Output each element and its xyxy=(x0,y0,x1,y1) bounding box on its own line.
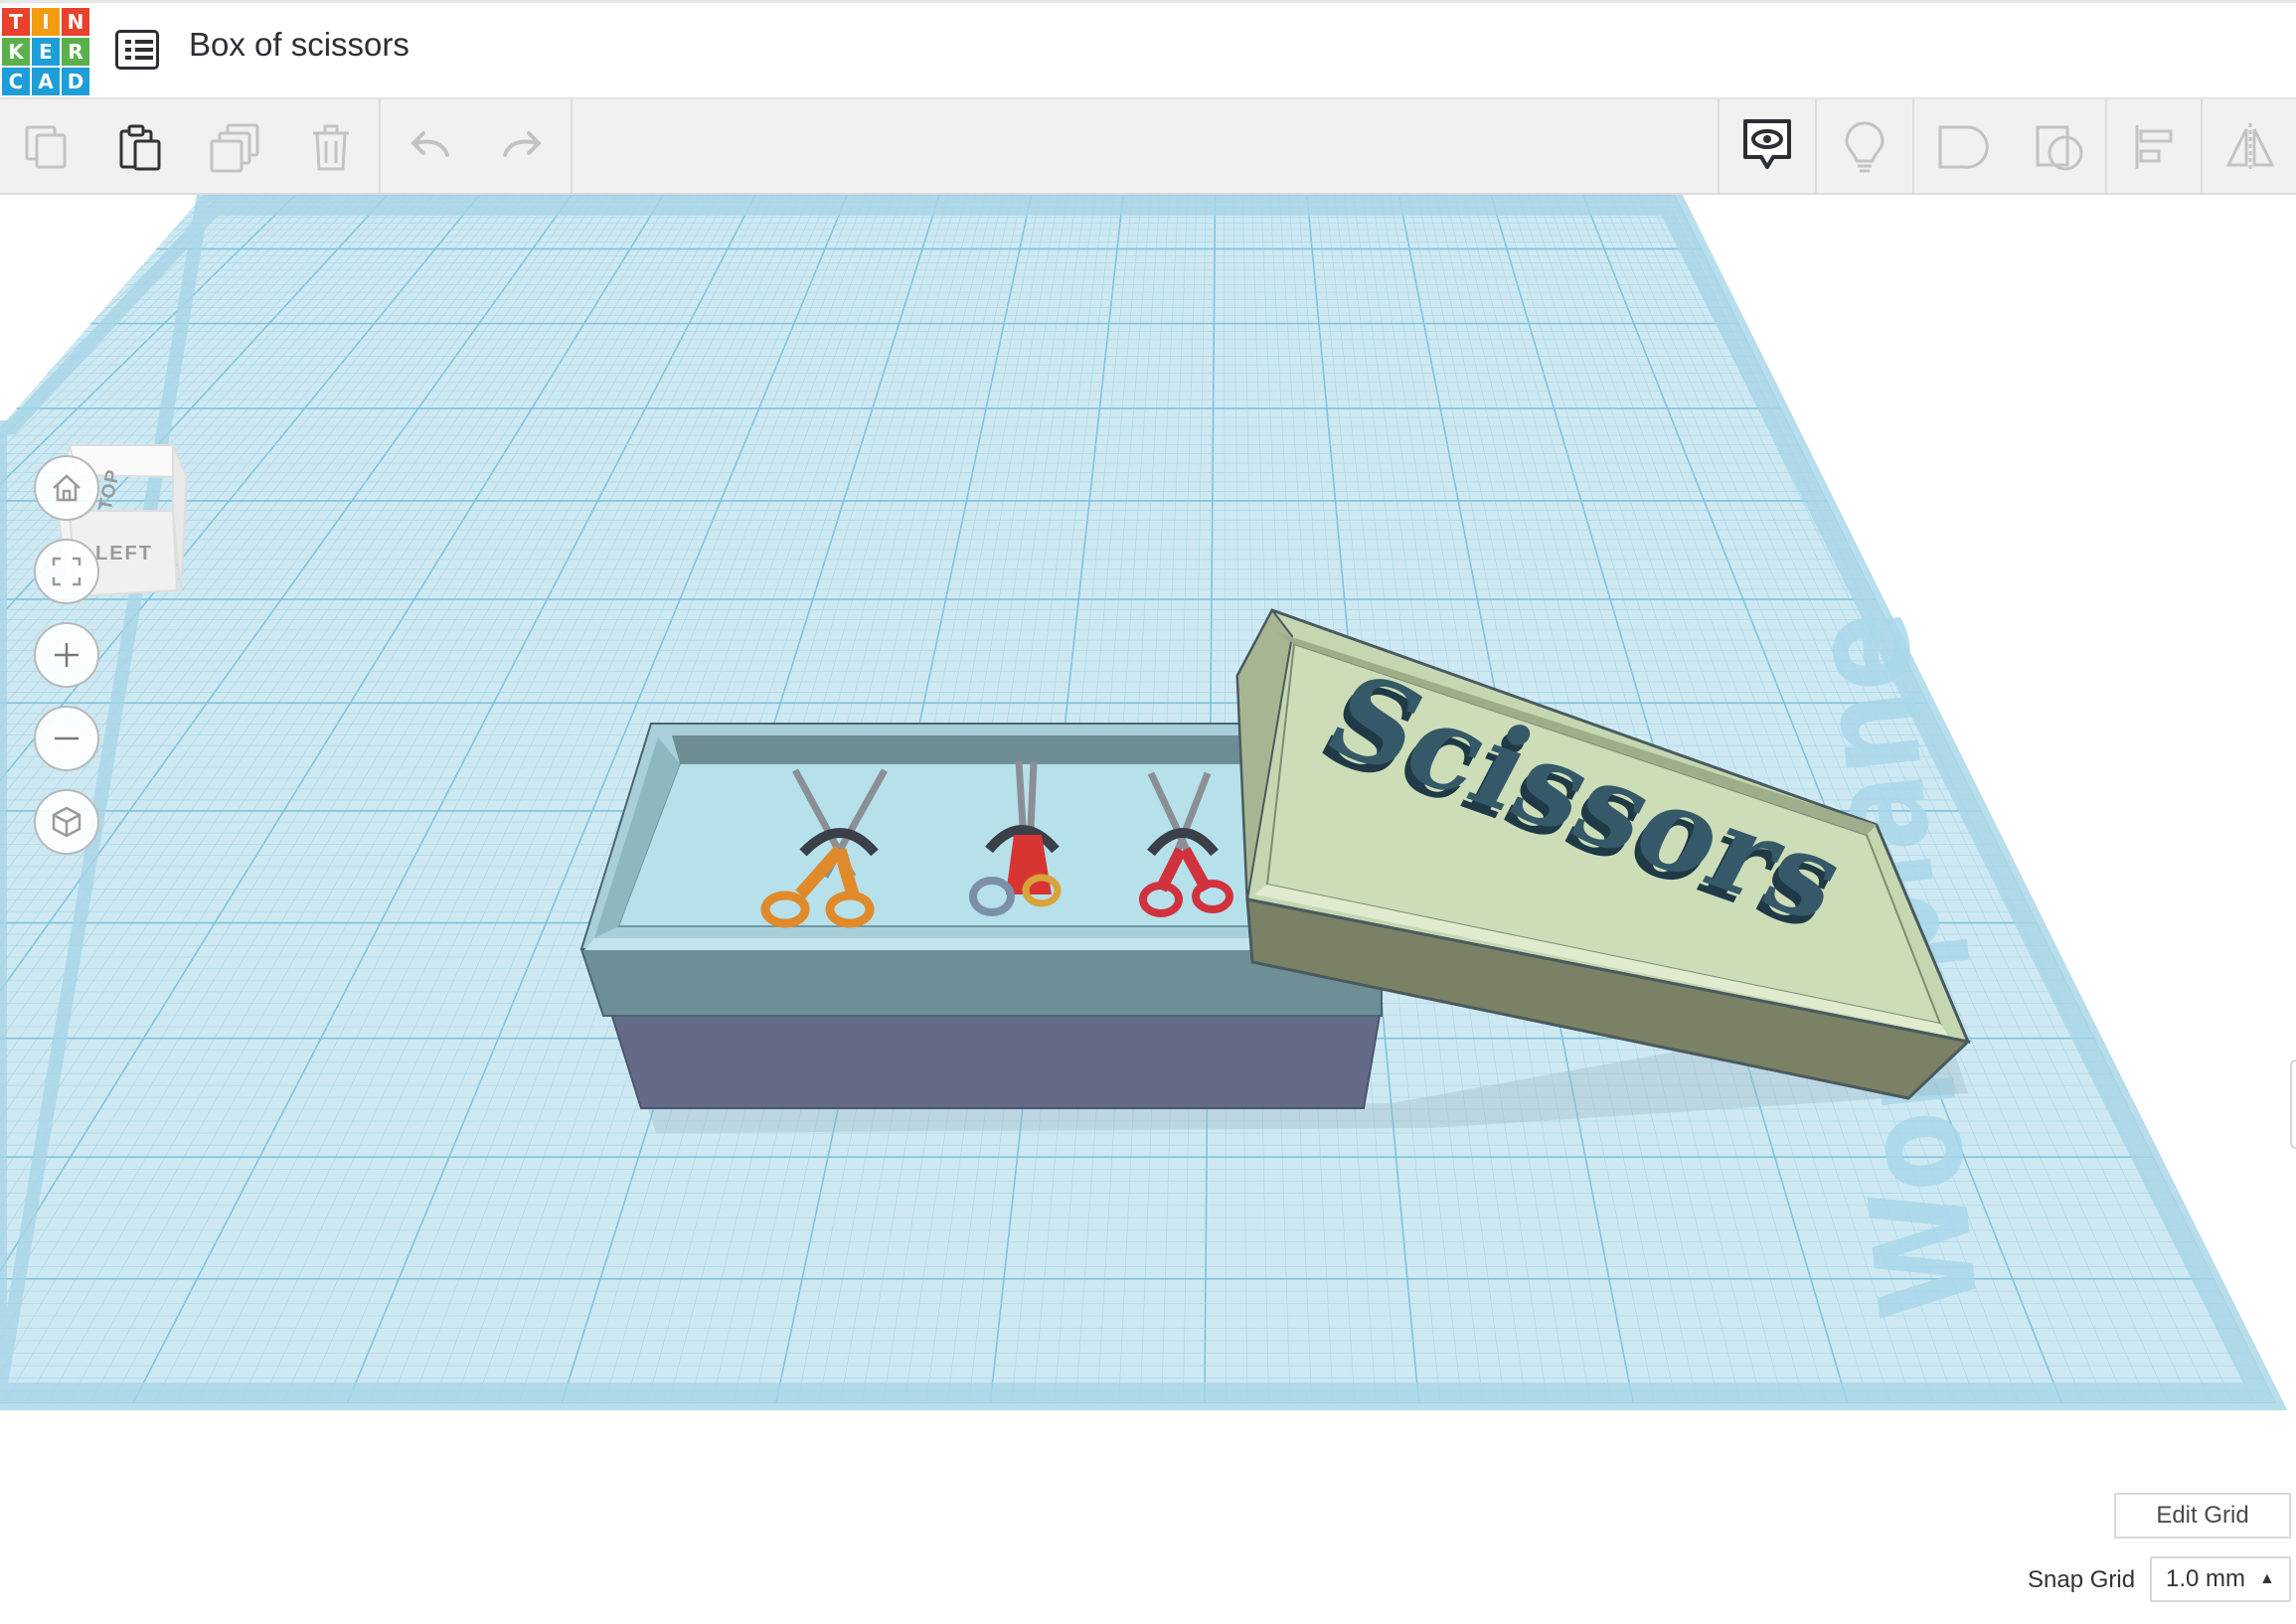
list-line-icon xyxy=(135,48,153,52)
toolbar-separator xyxy=(571,99,573,193)
list-line-icon xyxy=(135,56,153,60)
zoom-out-icon xyxy=(55,736,79,740)
notes-visibility-button[interactable] xyxy=(1735,115,1799,179)
delete-icon xyxy=(313,124,349,171)
toolbar-separator xyxy=(2105,99,2107,193)
list-bullet-icon xyxy=(125,56,131,60)
toolbar-separator xyxy=(1718,99,1720,193)
logo-tile: D xyxy=(62,68,89,95)
design-menu-button[interactable] xyxy=(115,30,159,70)
group-icon xyxy=(1938,125,1989,169)
side-panel-handle[interactable] xyxy=(2290,1059,2296,1149)
toolbar-separator xyxy=(379,99,381,193)
workplane-scene[interactable]: Workplane xyxy=(0,195,2296,1624)
align-icon xyxy=(2135,125,2173,169)
snap-grid-select[interactable]: 1.0 mm ▲ xyxy=(2150,1556,2291,1602)
toolbar-separator xyxy=(1815,99,1817,193)
perspective-button[interactable] xyxy=(34,789,99,855)
box-inner-lip[interactable] xyxy=(584,938,1282,950)
logo-tile: T xyxy=(2,8,30,36)
box-inner-wall[interactable] xyxy=(672,735,1268,763)
logo-tile: C xyxy=(2,68,30,95)
logo-tile: K xyxy=(2,38,30,66)
duplicate-button[interactable] xyxy=(204,115,267,179)
header-top-border xyxy=(0,0,2296,3)
logo-tile: A xyxy=(32,68,60,95)
logo-tile: I xyxy=(32,8,60,36)
paste-icon xyxy=(119,124,161,171)
home-view-button[interactable] xyxy=(34,455,99,521)
3d-workspace[interactable]: Workplane xyxy=(0,195,2296,1624)
mirror-button[interactable] xyxy=(2218,115,2282,179)
list-bullet-icon xyxy=(125,40,131,44)
toolbar-separator xyxy=(1912,99,1914,193)
edit-toolbar xyxy=(0,99,2296,195)
app-header: TIN KER CAD Box of scissors xyxy=(0,0,2296,99)
mirror-icon xyxy=(2225,123,2275,171)
edit-grid-button[interactable]: Edit Grid xyxy=(2114,1493,2291,1539)
design-title[interactable]: Box of scissors xyxy=(189,26,410,64)
perspective-icon xyxy=(52,806,82,838)
redo-icon xyxy=(503,131,542,157)
toolbar-separator xyxy=(2201,99,2203,193)
undo-icon xyxy=(410,131,449,157)
duplicate-icon xyxy=(210,123,259,173)
snap-grid-value: 1.0 mm xyxy=(2166,1565,2246,1592)
fit-all-button[interactable] xyxy=(34,539,99,604)
tinkercad-logo[interactable]: TIN KER CAD xyxy=(2,8,89,95)
lightbulb-icon xyxy=(1845,121,1885,173)
list-line-icon xyxy=(135,40,153,44)
box-inner-floor[interactable] xyxy=(616,762,1265,927)
ungroup-icon xyxy=(2036,125,2083,171)
logo-tile: R xyxy=(62,38,89,66)
paste-button[interactable] xyxy=(107,115,171,179)
logo-tile: E xyxy=(32,38,60,66)
list-bullet-icon xyxy=(125,48,131,52)
lightbulb-button[interactable] xyxy=(1833,115,1896,179)
delete-button[interactable] xyxy=(299,115,363,179)
align-button[interactable] xyxy=(2123,115,2187,179)
box-front-face[interactable] xyxy=(606,1003,1384,1109)
redo-button[interactable] xyxy=(491,115,555,179)
fit-all-icon xyxy=(52,557,82,586)
home-view-icon xyxy=(53,474,81,502)
undo-button[interactable] xyxy=(398,115,461,179)
snap-grid-label: Snap Grid xyxy=(2028,1566,2136,1593)
zoom-in-icon xyxy=(55,643,79,667)
zoom-out-button[interactable] xyxy=(34,706,99,771)
caret-up-icon: ▲ xyxy=(2259,1570,2275,1587)
logo-tile: N xyxy=(62,8,89,36)
notes-visibility-icon xyxy=(1743,119,1791,169)
copy-button[interactable] xyxy=(15,115,79,179)
ungroup-button[interactable] xyxy=(2028,115,2091,179)
zoom-in-button[interactable] xyxy=(34,622,99,688)
group-button[interactable] xyxy=(1930,115,1994,179)
view-cube-left-label[interactable]: LEFT xyxy=(95,543,153,566)
copy-icon xyxy=(25,125,67,169)
